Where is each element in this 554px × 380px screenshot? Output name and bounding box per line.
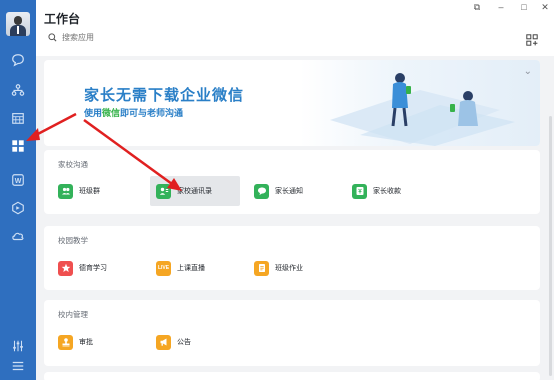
homework-icon [254, 260, 269, 276]
contacts-icon [156, 183, 171, 199]
app-class-group[interactable]: 班级群 [52, 176, 142, 206]
class-group-icon [58, 183, 73, 199]
approval-icon [58, 334, 73, 350]
app-approval[interactable]: 审批 [52, 327, 142, 357]
app-moral-learning[interactable]: 德育学习 [52, 253, 142, 283]
section-next-partial [44, 372, 540, 380]
maximize-button[interactable]: □ [517, 2, 531, 12]
chevron-down-icon[interactable]: ⌄ [524, 66, 532, 77]
svg-text:W: W [15, 178, 22, 185]
header: 工作台 ⧉ – □ ✕ [36, 0, 554, 56]
section-title: 校内管理 [58, 310, 88, 319]
settings-sliders-icon[interactable] [10, 338, 26, 354]
close-button[interactable]: ✕ [538, 2, 552, 13]
restore-window-button[interactable]: ⧉ [470, 2, 484, 13]
app-parent-payment[interactable]: 家长收款 [346, 176, 436, 206]
menu-icon[interactable] [10, 358, 26, 374]
doc-icon[interactable]: W [10, 172, 26, 188]
app-parent-notice[interactable]: 家长通知 [248, 176, 338, 206]
search-bar[interactable] [48, 33, 182, 42]
avatar[interactable] [6, 12, 30, 36]
workbench-icon [10, 138, 26, 154]
add-app-icon[interactable] [526, 33, 538, 46]
cloud-icon[interactable] [10, 228, 26, 244]
banner-subtitle: 使用微信即可与老师沟通 [84, 108, 184, 118]
calendar-icon[interactable] [10, 110, 26, 126]
minimize-button[interactable]: – [494, 2, 508, 12]
sidebar: W [0, 0, 36, 380]
org-icon[interactable] [10, 82, 26, 98]
app-live-class[interactable]: LIVE 上课直播 [150, 253, 240, 283]
page-title: 工作台 [44, 12, 81, 26]
section-home-school: 家校沟通 班级群 家校通讯录 家长通知 家长收款 [44, 150, 540, 214]
announcement-icon [156, 334, 171, 350]
message-icon[interactable] [10, 52, 26, 68]
payment-icon [352, 183, 367, 199]
app-announcement[interactable]: 公告 [150, 327, 240, 357]
live-icon: LIVE [156, 260, 171, 276]
main-content: 家长无需下载企业微信 使用微信即可与老师沟通 ⌄ 家校沟通 班级群 家校通讯录 … [36, 56, 554, 380]
search-input[interactable] [62, 33, 182, 42]
app-class-homework[interactable]: 班级作业 [248, 253, 338, 283]
section-title: 校园教学 [58, 236, 88, 245]
star-icon [58, 260, 73, 276]
app-home-school-contacts[interactable]: 家校通讯录 [150, 176, 240, 206]
search-icon [48, 33, 57, 42]
notice-icon [254, 183, 269, 199]
scrollbar[interactable] [549, 116, 552, 376]
cube-icon[interactable] [10, 200, 26, 216]
banner-headline: 家长无需下载企业微信 [84, 87, 245, 104]
banner-illustration [330, 73, 515, 146]
section-campus-teaching: 校园教学 德育学习 LIVE 上课直播 班级作业 [44, 226, 540, 290]
workbench-nav-item[interactable] [0, 133, 36, 159]
section-school-management: 校内管理 审批 公告 [44, 300, 540, 366]
promo-banner[interactable]: 家长无需下载企业微信 使用微信即可与老师沟通 ⌄ [44, 60, 540, 146]
section-title: 家校沟通 [58, 160, 88, 169]
